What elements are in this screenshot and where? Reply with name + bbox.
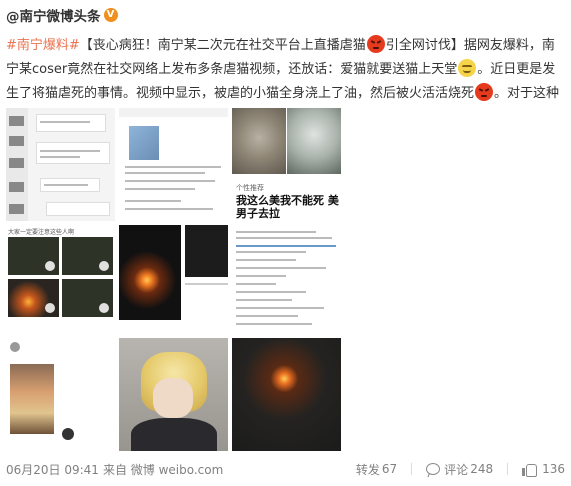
comment-icon [426, 463, 441, 475]
post-text-part1: 【丧心病狂！南宁某二次元在社交平台上直播虐猫 [79, 38, 366, 53]
divider [507, 463, 509, 475]
image-thumb-post-screenshot[interactable] [119, 108, 228, 221]
comment-count: 248 [470, 462, 494, 476]
comment-label: 评论 [444, 462, 469, 477]
image-thumb-night-video[interactable] [119, 225, 228, 338]
verified-icon: V [103, 8, 118, 22]
video-grid-header: 大家一定要注意这些人啊 [8, 229, 75, 236]
author-name-link[interactable]: @南宁微博头条 [6, 5, 101, 25]
post-footer: 06月20日 09:41 来自 微博 weibo.com 转发 67 评论 24… [6, 458, 565, 480]
divider [411, 463, 413, 475]
like-icon [522, 463, 538, 477]
like-button[interactable]: 136 [522, 462, 565, 477]
post-author: @南宁微博头条 V [6, 5, 118, 25]
image-thumb-night-fire[interactable] [232, 338, 341, 451]
image-thumb-comments[interactable] [232, 225, 341, 338]
weibo-post-card: @南宁微博头条 V #南宁爆料#【丧心病狂！南宁某二次元在社交平台上直播虐猫 引全… [0, 0, 571, 486]
repost-label: 转发 [355, 462, 380, 477]
post-time-link[interactable]: 06月20日 09:41 [6, 461, 99, 478]
smirk-emoji-icon [458, 59, 477, 77]
topic-link[interactable]: #南宁爆料# [6, 38, 80, 53]
like-count: 136 [542, 462, 565, 476]
angry-emoji-icon [475, 83, 494, 101]
cat-image-label: 个性推荐 [236, 184, 264, 192]
post-source-link[interactable]: 来自 微博 weibo.com [103, 461, 223, 478]
comment-button[interactable]: 评论 248 [426, 461, 493, 478]
image-thumb-cats[interactable]: 个性推荐 我这么美我不能死 美男子去拉 [232, 108, 341, 221]
repost-count: 67 [381, 462, 398, 476]
image-thumb-chat-screenshot[interactable] [6, 108, 115, 221]
repost-button[interactable]: 转发 67 [356, 461, 397, 478]
angry-emoji-icon [366, 35, 385, 53]
cat-image-caption: 我这么美我不能死 美男子去拉 [236, 194, 339, 220]
post-actions: 转发 67 评论 248 136 [342, 461, 565, 478]
image-thumb-video-grid[interactable]: 大家一定要注意这些人啊 [6, 225, 115, 338]
image-thumb-man-with-cat[interactable] [6, 338, 115, 451]
image-thumb-cosplay-photo[interactable] [119, 338, 228, 451]
